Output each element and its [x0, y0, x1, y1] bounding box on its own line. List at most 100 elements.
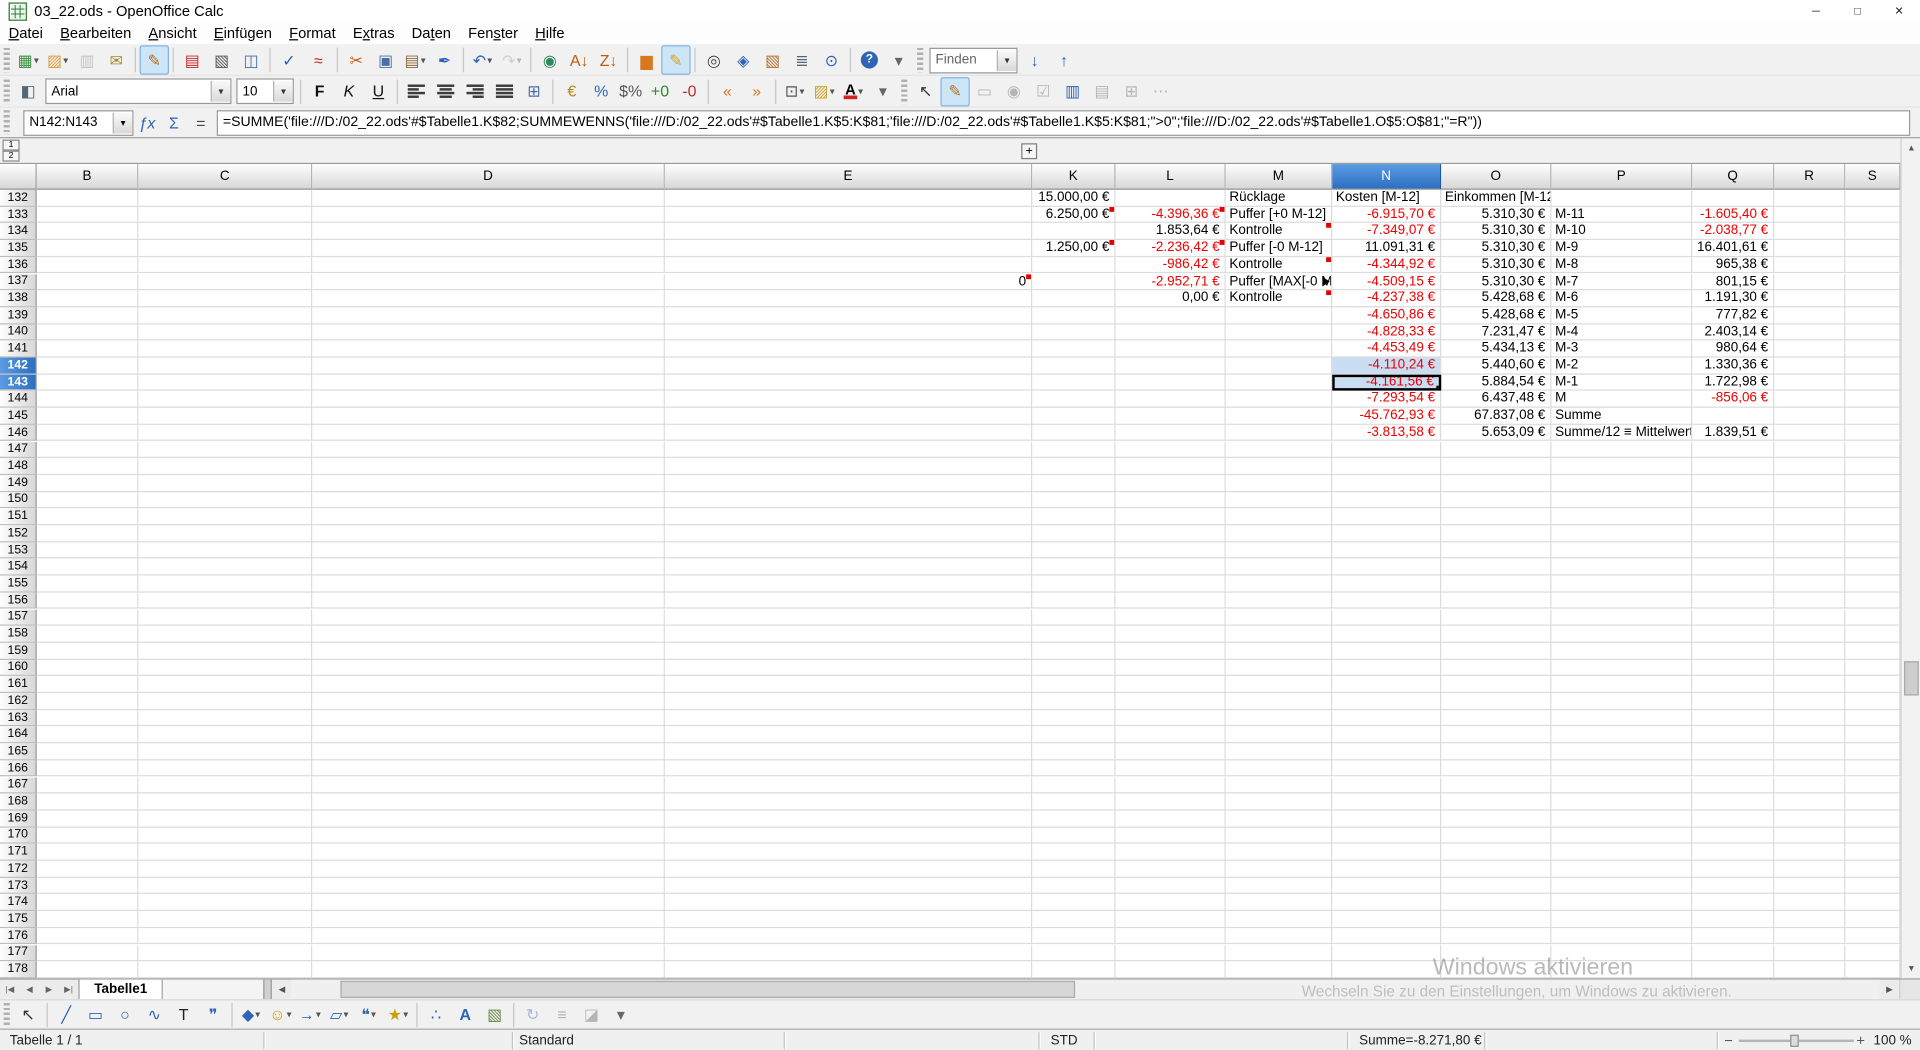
- edit-points-button[interactable]: ∴: [421, 1000, 450, 1029]
- cell-L142[interactable]: [1116, 358, 1226, 375]
- cell-Q136[interactable]: 965,38 €: [1692, 257, 1774, 274]
- row-header-158[interactable]: 158: [0, 626, 37, 643]
- cell-P168[interactable]: [1551, 794, 1692, 811]
- merge-cells-button[interactable]: ⊞: [519, 77, 548, 106]
- menu-bearbeiten[interactable]: Bearbeiten: [52, 21, 140, 44]
- cell-O178[interactable]: [1441, 961, 1551, 978]
- row-header-167[interactable]: 167: [0, 777, 37, 794]
- cell-E143[interactable]: [665, 374, 1032, 391]
- cell-L154[interactable]: [1116, 559, 1226, 576]
- cell-L160[interactable]: [1116, 660, 1226, 677]
- cell-P161[interactable]: [1551, 676, 1692, 693]
- cell-M138[interactable]: Kontrolle: [1226, 290, 1333, 307]
- cell-E171[interactable]: [665, 844, 1032, 861]
- cell-S134[interactable]: [1845, 223, 1900, 240]
- maximize-button[interactable]: □: [1837, 0, 1879, 22]
- cell-N171[interactable]: [1332, 844, 1441, 861]
- cell-L161[interactable]: [1116, 676, 1226, 693]
- cell-N158[interactable]: [1332, 626, 1441, 643]
- font-size-value[interactable]: 10: [238, 84, 274, 99]
- cell-R137[interactable]: [1774, 274, 1845, 291]
- cell-E172[interactable]: [665, 861, 1032, 878]
- cell-E173[interactable]: [665, 878, 1032, 895]
- cell-B159[interactable]: [37, 643, 139, 660]
- cell-L168[interactable]: [1116, 794, 1226, 811]
- cell-L166[interactable]: [1116, 760, 1226, 777]
- cell-L158[interactable]: [1116, 626, 1226, 643]
- cell-N137[interactable]: -4.509,15 €: [1332, 274, 1441, 291]
- cell-C148[interactable]: [138, 458, 312, 475]
- row-header-142[interactable]: 142: [0, 358, 37, 375]
- cell-P141[interactable]: M-3: [1551, 341, 1692, 358]
- cell-P143[interactable]: M-1: [1551, 374, 1692, 391]
- cell-N156[interactable]: [1332, 592, 1441, 609]
- cell-O134[interactable]: 5.310,30 €: [1441, 223, 1551, 240]
- cell-K178[interactable]: [1032, 961, 1115, 978]
- cell-K137[interactable]: [1032, 274, 1115, 291]
- cell-D144[interactable]: [312, 391, 665, 408]
- row-header-154[interactable]: 154: [0, 559, 37, 576]
- column-header-P[interactable]: P: [1551, 164, 1692, 190]
- cell-O177[interactable]: [1441, 945, 1551, 962]
- cell-R159[interactable]: [1774, 643, 1845, 660]
- copy-button[interactable]: ▣: [371, 45, 400, 74]
- cell-R139[interactable]: [1774, 307, 1845, 324]
- cell-Q144[interactable]: -856,06 €: [1692, 391, 1774, 408]
- cell-R149[interactable]: [1774, 475, 1845, 492]
- cell-D171[interactable]: [312, 844, 665, 861]
- italic-button[interactable]: K: [334, 77, 363, 106]
- cell-L169[interactable]: [1116, 810, 1226, 827]
- zoom-tool-button[interactable]: ⊙: [817, 45, 846, 74]
- cell-C135[interactable]: [138, 240, 312, 257]
- cell-Q174[interactable]: [1692, 894, 1774, 911]
- fill-handle[interactable]: [1436, 386, 1441, 391]
- cell-D155[interactable]: [312, 576, 665, 593]
- cell-Q138[interactable]: 1.191,30 €: [1692, 290, 1774, 307]
- cell-E152[interactable]: [665, 525, 1032, 542]
- cell-E142[interactable]: [665, 358, 1032, 375]
- cell-C132[interactable]: [138, 190, 312, 207]
- zoom-out-button[interactable]: −: [1724, 1030, 1733, 1050]
- cell-reference[interactable]: N142:N143: [24, 115, 112, 130]
- cell-K146[interactable]: [1032, 425, 1115, 442]
- cell-E158[interactable]: [665, 626, 1032, 643]
- cell-N150[interactable]: [1332, 492, 1441, 509]
- chevron-down-icon[interactable]: ▾: [273, 81, 293, 102]
- chevron-down-icon[interactable]: ▾: [113, 112, 133, 133]
- cell-P146[interactable]: Summe/12 ≡ Mittelwert: [1551, 425, 1692, 442]
- cell-M175[interactable]: [1226, 911, 1333, 928]
- basic-shapes-button[interactable]: ◆▾: [236, 1000, 265, 1029]
- cell-Q146[interactable]: 1.839,51 €: [1692, 425, 1774, 442]
- cell-D168[interactable]: [312, 794, 665, 811]
- cell-Q170[interactable]: [1692, 827, 1774, 844]
- cell-N174[interactable]: [1332, 894, 1441, 911]
- cell-E175[interactable]: [665, 911, 1032, 928]
- cell-C157[interactable]: [138, 609, 312, 626]
- cell-S173[interactable]: [1845, 878, 1900, 895]
- cell-S157[interactable]: [1845, 609, 1900, 626]
- cell-S152[interactable]: [1845, 525, 1900, 542]
- cell-S136[interactable]: [1845, 257, 1900, 274]
- page-preview-button[interactable]: ◫: [236, 45, 265, 74]
- row-header-153[interactable]: 153: [0, 542, 37, 559]
- cell-K139[interactable]: [1032, 307, 1115, 324]
- cell-O149[interactable]: [1441, 475, 1551, 492]
- cell-Q159[interactable]: [1692, 643, 1774, 660]
- cell-M147[interactable]: [1226, 441, 1333, 458]
- cell-M162[interactable]: [1226, 693, 1333, 710]
- cell-L143[interactable]: [1116, 374, 1226, 391]
- cell-O169[interactable]: [1441, 810, 1551, 827]
- cell-S150[interactable]: [1845, 492, 1900, 509]
- cell-B146[interactable]: [37, 425, 139, 442]
- cell-R135[interactable]: [1774, 240, 1845, 257]
- row-header-136[interactable]: 136: [0, 257, 37, 274]
- cell-B171[interactable]: [37, 844, 139, 861]
- cell-P149[interactable]: [1551, 475, 1692, 492]
- underline-button[interactable]: U: [364, 77, 393, 106]
- cell-D162[interactable]: [312, 693, 665, 710]
- cell-M158[interactable]: [1226, 626, 1333, 643]
- cell-N162[interactable]: [1332, 693, 1441, 710]
- cell-D153[interactable]: [312, 542, 665, 559]
- cell-P137[interactable]: M-7: [1551, 274, 1692, 291]
- cell-R140[interactable]: [1774, 324, 1845, 341]
